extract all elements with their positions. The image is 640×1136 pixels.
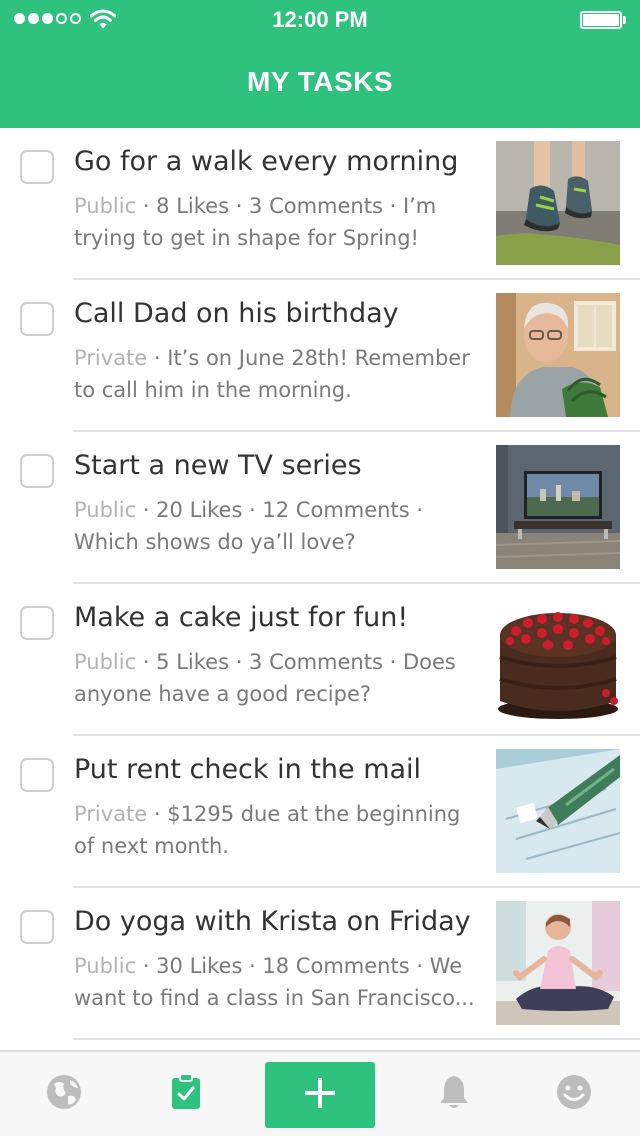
task-title: Go for a walk every morning (74, 146, 459, 177)
task-title: Start a new TV series (74, 450, 362, 481)
task-thumbnail-older-man[interactable] (496, 293, 620, 417)
tab-notifications[interactable] (390, 1052, 518, 1136)
task-checkbox[interactable] (20, 758, 54, 792)
status-time: 12:00 PM (272, 7, 368, 32)
app-header: 12:00 PM MY TASKS (0, 0, 640, 128)
task-privacy: Private (74, 346, 148, 370)
task-checkbox[interactable] (20, 910, 54, 944)
smiley-icon (556, 1074, 592, 1114)
task-privacy: Public (74, 954, 137, 978)
task-thumbnail-television[interactable] (496, 445, 620, 569)
task-row[interactable]: Put rent check in the mail Private · $12… (0, 736, 640, 888)
task-privacy: Public (74, 650, 137, 674)
task-checkbox[interactable] (20, 150, 54, 184)
task-title: Make a cake just for fun! (74, 602, 409, 633)
tab-explore[interactable] (0, 1052, 128, 1136)
add-task-button[interactable] (265, 1062, 375, 1128)
bell-icon (438, 1074, 470, 1114)
task-privacy: Public (74, 194, 137, 218)
plus-icon (303, 1076, 337, 1114)
task-meta: Public · 8 Likes · 3 Comments · I’m tryi… (74, 190, 484, 254)
row-divider (74, 1038, 640, 1040)
clipboard-check-icon (171, 1073, 201, 1114)
task-row[interactable]: Make a cake just for fun! Public · 5 Lik… (0, 584, 640, 736)
task-title: Call Dad on his birthday (74, 298, 399, 329)
task-title: Do yoga with Krista on Friday (74, 906, 471, 937)
task-meta: Public · 5 Likes · 3 Comments · Does any… (74, 646, 484, 710)
task-checkbox[interactable] (20, 606, 54, 640)
task-row[interactable]: Go for a walk every morning Public · 8 L… (0, 128, 640, 280)
task-row[interactable]: Start a new TV series Public · 20 Likes … (0, 432, 640, 584)
task-thumbnail-walking-shoes[interactable] (496, 141, 620, 265)
task-thumbnail-yoga[interactable] (496, 901, 620, 1025)
task-list: Go for a walk every morning Public · 8 L… (0, 128, 640, 1040)
tab-profile[interactable] (510, 1052, 638, 1136)
task-checkbox[interactable] (20, 454, 54, 488)
task-checkbox[interactable] (20, 302, 54, 336)
task-meta: Public · 20 Likes · 12 Comments · Which … (74, 494, 484, 558)
status-bar: 12:00 PM (0, 0, 640, 40)
task-privacy: Private (74, 802, 148, 826)
battery-icon (580, 11, 628, 31)
task-meta: Private · It’s on June 28th! Remember to… (74, 342, 484, 406)
task-meta: Public · 30 Likes · 18 Comments · We wan… (74, 950, 484, 1014)
task-row[interactable]: Do yoga with Krista on Friday Public · 3… (0, 888, 640, 1040)
tab-bar (0, 1050, 640, 1136)
tab-tasks[interactable] (122, 1052, 250, 1136)
task-row[interactable]: Call Dad on his birthday Private · It’s … (0, 280, 640, 432)
page-title: MY TASKS (246, 66, 394, 97)
globe-icon (46, 1074, 82, 1114)
task-title: Put rent check in the mail (74, 754, 422, 785)
task-meta: Private · $1295 due at the beginning of … (74, 798, 484, 862)
task-privacy: Public (74, 498, 137, 522)
task-thumbnail-check-and-pen[interactable] (496, 749, 620, 873)
task-thumbnail-chocolate-cake[interactable] (496, 597, 620, 721)
